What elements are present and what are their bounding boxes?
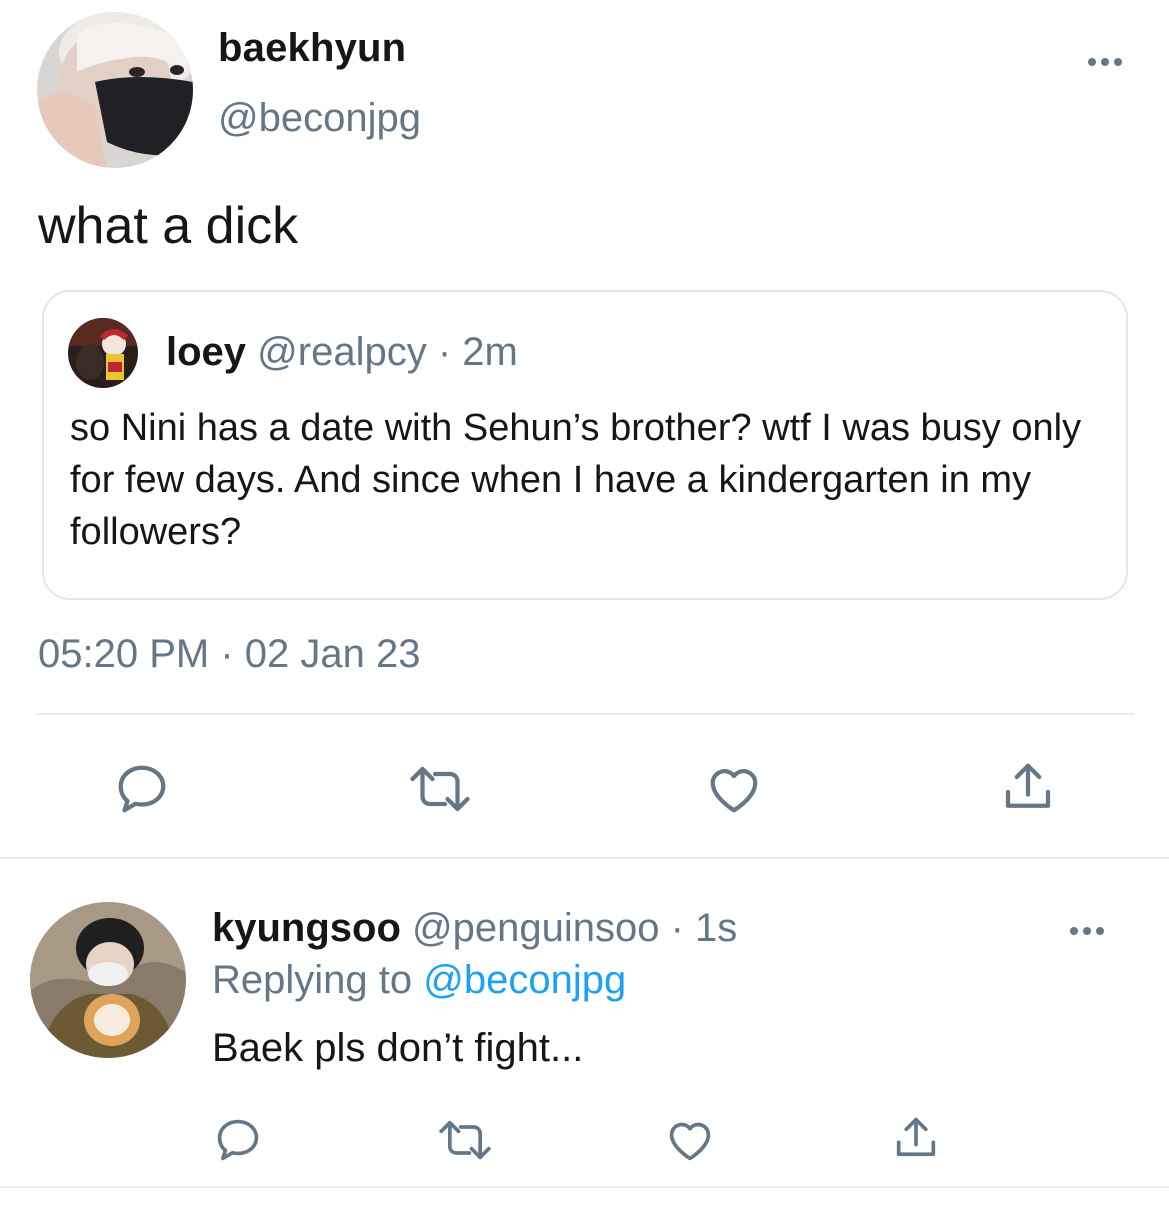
replying-to-mention[interactable]: @beconjpg [423,958,626,1002]
reply-tweet-avatar[interactable] [30,902,186,1058]
tweet-timestamp[interactable]: 05:20 PM · 02 Jan 23 [38,632,420,677]
like-icon[interactable] [702,757,766,821]
reply-icon[interactable] [210,1112,266,1168]
share-icon[interactable] [996,755,1060,819]
main-tweet-text: what a dick [38,197,299,255]
reply-tweet-header: kyungsoo @penguinsoo · 1s [212,906,737,951]
dot [1088,58,1096,66]
avatar-image [37,12,193,168]
divider [37,713,1134,715]
quoted-tweet-avatar [68,318,138,388]
quoted-tweet-header: loey @realpcy · 2m [166,330,518,375]
reply-tweet-display-name[interactable]: kyungsoo [212,906,401,950]
dot [1070,927,1078,935]
main-tweet-display-name[interactable]: baekhyun [218,26,406,71]
retweet-icon[interactable] [404,757,476,821]
retweet-icon[interactable] [434,1112,496,1168]
quoted-tweet-time: · 2m [426,330,518,374]
dot [1114,58,1122,66]
dot [1101,58,1109,66]
avatar-image [30,902,186,1058]
replying-to-label: Replying to [212,958,424,1002]
divider [0,857,1169,859]
quoted-tweet-display-name[interactable]: loey [166,330,246,374]
reply-tweet-time: · 1s [659,906,738,950]
reply-tweet-handle[interactable]: @penguinsoo [412,906,659,950]
like-icon[interactable] [662,1112,718,1168]
avatar-image [68,318,138,388]
quoted-tweet-text: so Nini has a date with Sehun’s brother?… [70,407,1082,553]
reply-icon[interactable] [110,757,174,821]
divider [0,1186,1169,1188]
reply-tweet-text: Baek pls don’t fight... [212,1026,584,1070]
dot [1096,927,1104,935]
main-tweet-avatar[interactable] [37,12,193,168]
quoted-tweet-handle[interactable]: @realpcy [257,330,427,374]
more-options-icon[interactable] [1070,927,1104,935]
share-icon[interactable] [888,1110,944,1166]
main-tweet-handle[interactable]: @beconjpg [218,96,421,141]
dot [1083,927,1091,935]
more-options-icon[interactable] [1088,58,1122,66]
replying-to-line: Replying to @beconjpg [212,958,626,1003]
